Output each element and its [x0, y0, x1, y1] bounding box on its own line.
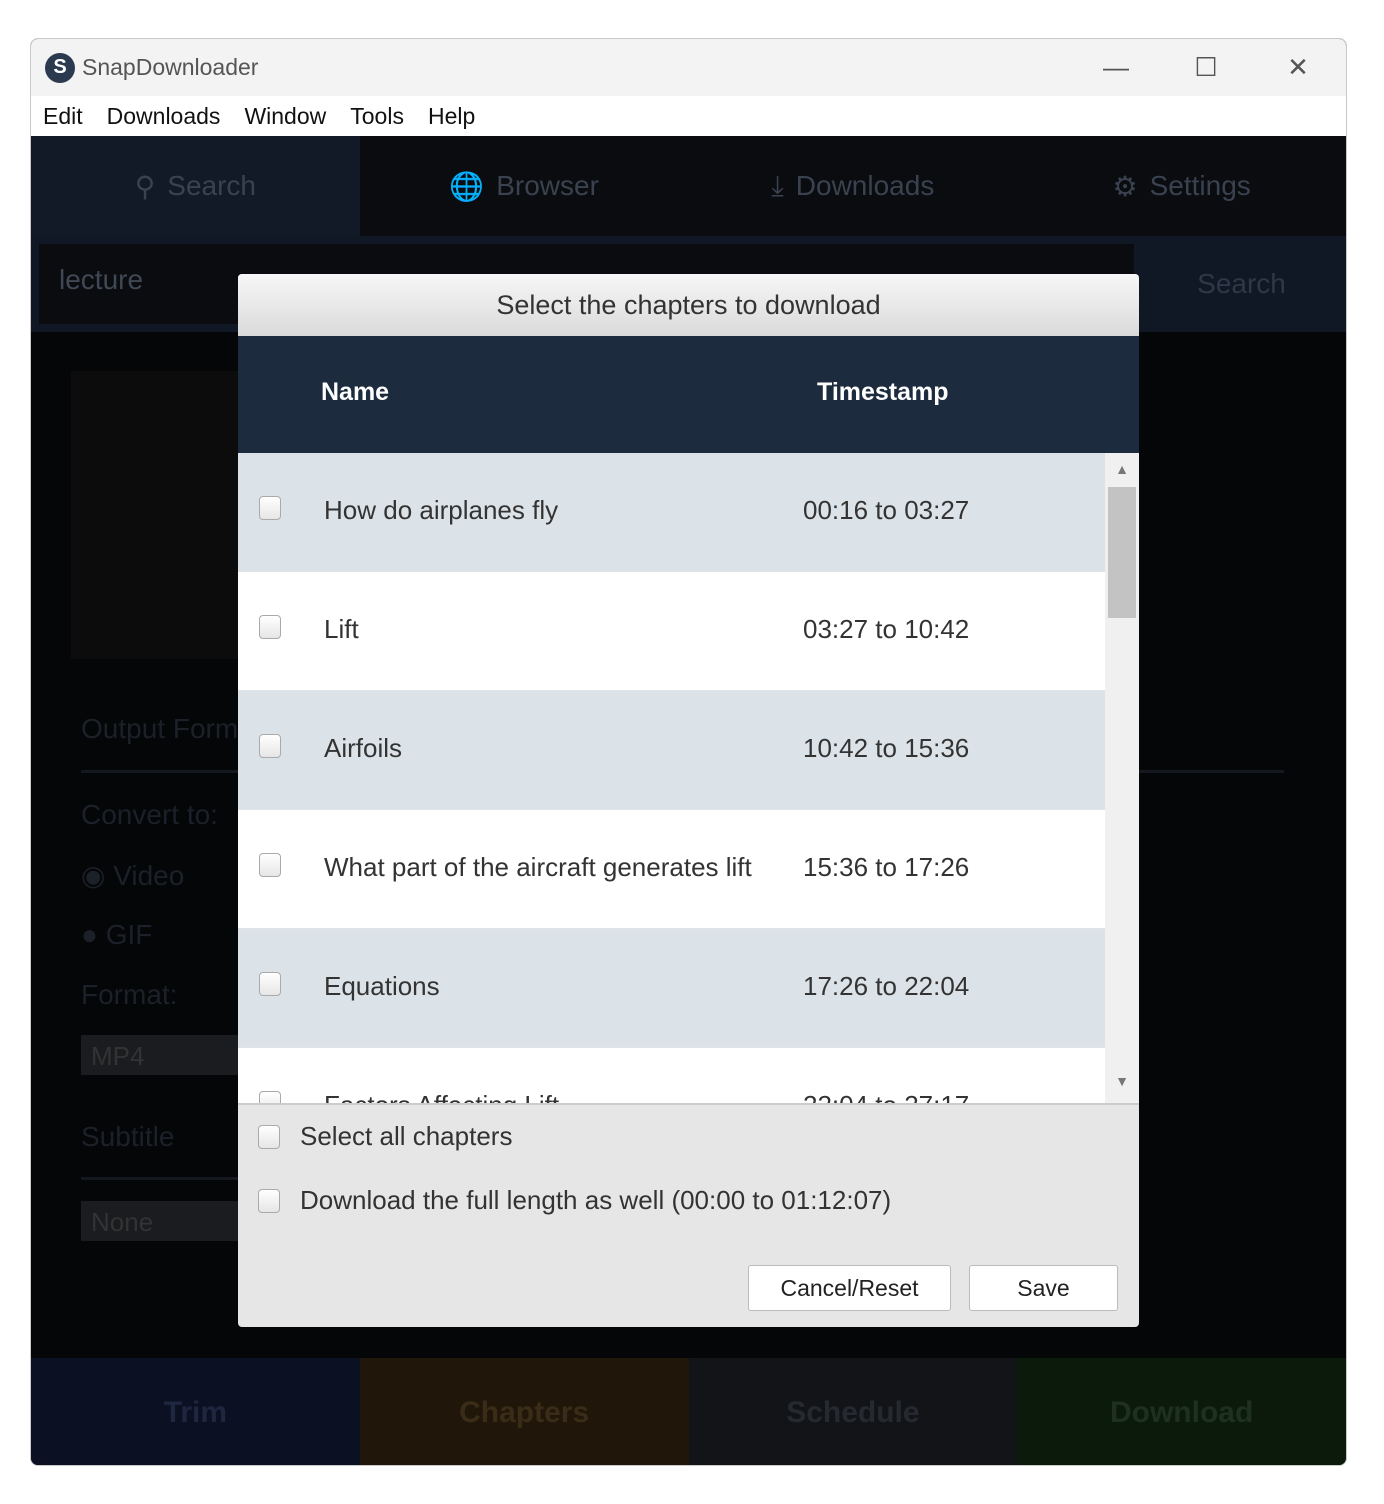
column-name: Name	[321, 378, 390, 406]
trim-button[interactable]: Trim	[31, 1358, 360, 1465]
row-checkbox[interactable]	[259, 853, 281, 877]
maximize-button[interactable]: ☐	[1161, 39, 1251, 96]
minimize-button[interactable]: —	[1071, 39, 1161, 96]
tab-browser[interactable]: 🌐 Browser	[359, 136, 689, 236]
chapters-button[interactable]: Chapters	[359, 1358, 689, 1465]
menu-tools[interactable]: Tools	[350, 103, 404, 130]
tab-settings[interactable]: ⚙ Settings	[1017, 136, 1346, 236]
column-timestamp: Timestamp	[817, 378, 949, 406]
row-checkbox[interactable]	[259, 972, 281, 996]
dialog-title: Select the chapters to download	[238, 274, 1139, 336]
scrollbar-thumb[interactable]	[1108, 487, 1136, 618]
dialog-footer: Select all chapters Download the full le…	[238, 1103, 1139, 1327]
menu-edit[interactable]: Edit	[43, 103, 83, 130]
table-header: Name Timestamp	[238, 336, 1139, 453]
table-row[interactable]: Lift 03:27 to 10:42	[238, 572, 1105, 691]
app-title: SnapDownloader	[82, 54, 259, 80]
row-checkbox[interactable]	[259, 615, 281, 639]
output-format-label: Output Form	[81, 713, 239, 744]
radio-video[interactable]: ◉ Video	[81, 859, 184, 892]
full-length-checkbox[interactable]	[258, 1188, 280, 1213]
gear-icon: ⚙	[1112, 170, 1138, 202]
table-row[interactable]: What part of the aircraft generates lift…	[238, 810, 1105, 929]
chapters-list: How do airplanes fly 00:16 to 03:27 Lift 0…	[238, 453, 1105, 1103]
tab-search[interactable]: ⚲ Search	[31, 136, 360, 236]
row-checkbox[interactable]	[259, 734, 281, 758]
scrollbar[interactable]: ▲ ▼	[1105, 453, 1139, 1103]
chapters-dialog: Select the chapters to download Name Tim…	[238, 274, 1139, 1327]
table-row[interactable]: Airfoils 10:42 to 15:36	[238, 691, 1105, 810]
full-length-option[interactable]: Download the full length as well (00:00 …	[258, 1185, 891, 1216]
scroll-down-icon[interactable]: ▼	[1105, 1073, 1139, 1089]
search-icon: ⚲	[134, 170, 156, 202]
app-logo: S	[45, 52, 75, 83]
main-tabs: ⚲ Search 🌐 Browser ⤓ Downloads ⚙ Settings	[31, 136, 1346, 236]
tab-downloads[interactable]: ⤓ Downloads	[688, 136, 1018, 236]
convert-to-label: Convert to:	[81, 799, 218, 830]
bottom-actions: Trim Chapters Schedule Download	[31, 1358, 1346, 1465]
cancel-reset-button[interactable]: Cancel/Reset	[748, 1265, 951, 1311]
search-button[interactable]: Search	[1135, 236, 1346, 332]
schedule-button[interactable]: Schedule	[688, 1358, 1018, 1465]
globe-icon: 🌐	[449, 170, 485, 202]
radio-gif[interactable]: ● GIF	[81, 919, 152, 951]
table-row[interactable]: How do airplanes fly 00:16 to 03:27	[238, 453, 1105, 572]
scroll-up-icon[interactable]: ▲	[1105, 461, 1139, 477]
download-icon: ⤓	[771, 169, 784, 201]
save-button[interactable]: Save	[969, 1265, 1118, 1311]
menu-downloads[interactable]: Downloads	[107, 103, 221, 130]
menu-window[interactable]: Window	[244, 103, 326, 130]
row-checkbox[interactable]	[259, 496, 281, 520]
menu-bar: Edit Downloads Window Tools Help	[31, 96, 1346, 136]
table-row[interactable]: Equations 17:26 to 22:04	[238, 929, 1105, 1048]
select-all-checkbox[interactable]	[258, 1124, 280, 1149]
subtitle-label: Subtitle	[81, 1121, 175, 1152]
menu-help[interactable]: Help	[428, 103, 475, 130]
select-all-option[interactable]: Select all chapters	[258, 1121, 512, 1152]
close-button[interactable]: ✕	[1253, 39, 1343, 96]
title-bar: S SnapDownloader — ☐ ✕	[31, 39, 1346, 96]
table-row[interactable]: Factors Affecting Lift22:04 to 27:17	[238, 1048, 1105, 1103]
row-checkbox[interactable]	[259, 1091, 281, 1103]
video-thumbnail	[71, 371, 241, 659]
format-label: Format:	[81, 979, 178, 1010]
download-button[interactable]: Download	[1017, 1358, 1346, 1465]
